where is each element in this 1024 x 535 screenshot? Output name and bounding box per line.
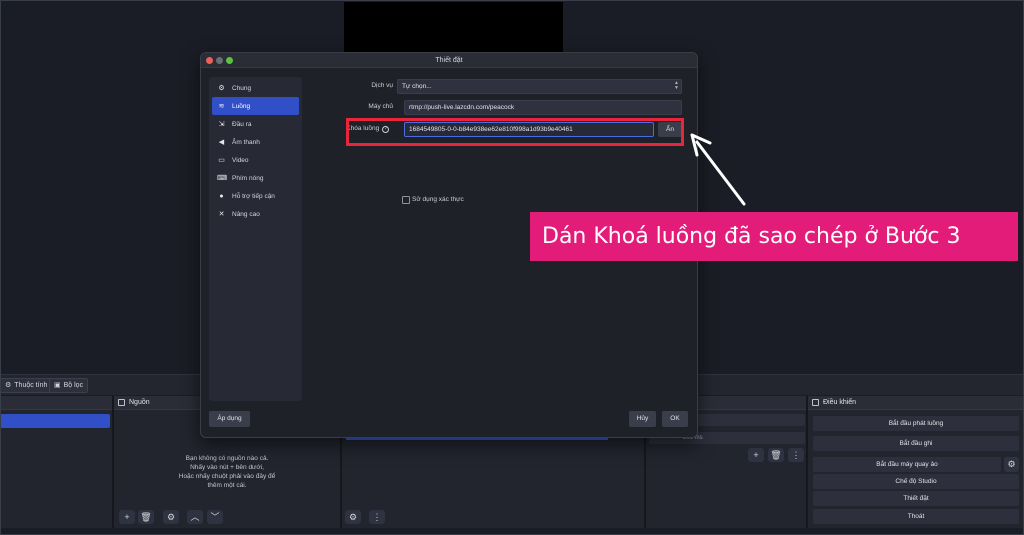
- server-value: rtmp://push-live.lazcdn.com/peacock: [409, 104, 515, 111]
- sidebar-item-label: Video: [232, 156, 249, 164]
- start-streaming-button[interactable]: Bắt đầu phát luồng: [813, 416, 1019, 431]
- service-label: Dịch vụ: [371, 82, 393, 89]
- filters-tab[interactable]: ▣ Bộ lọc: [49, 378, 89, 393]
- service-select[interactable]: Tự chọn... ▲ ▼: [397, 79, 682, 94]
- dialog-titlebar: Thiết đặt: [201, 53, 697, 68]
- mixer-add-button[interactable]: +: [748, 448, 764, 462]
- sources-icon: [118, 399, 125, 406]
- sidebar-item-video[interactable]: ▭ Video: [212, 151, 299, 169]
- sidebar-item-general[interactable]: ⚙ Chung: [212, 79, 299, 97]
- move-up-button[interactable]: ︿: [187, 510, 203, 524]
- dialog-title: Thiết đặt: [435, 57, 463, 64]
- sidebar-item-label: Luồng: [232, 102, 251, 110]
- auth-checkbox[interactable]: [402, 196, 410, 204]
- scenes-header: [0, 396, 112, 410]
- start-virtual-camera-button[interactable]: Bắt đầu máy quay ảo: [813, 457, 1001, 472]
- filters-tab-label: Bộ lọc: [63, 382, 84, 389]
- move-down-button[interactable]: ﹀: [207, 510, 223, 524]
- service-value: Tự chọn...: [402, 83, 432, 90]
- scene-item-selected[interactable]: [0, 414, 110, 428]
- source-settings-button[interactable]: ⚙: [163, 510, 179, 524]
- add-source-button[interactable]: +: [119, 510, 135, 524]
- server-label: Máy chủ: [368, 103, 393, 110]
- sidebar-item-stream[interactable]: ≋ Luồng: [212, 97, 299, 115]
- sidebar-item-hotkeys[interactable]: ⌨ Phím nóng: [212, 169, 299, 187]
- filter-icon: ▣: [54, 382, 61, 389]
- sidebar-item-output[interactable]: ⇲ Đầu ra: [212, 115, 299, 133]
- apply-button[interactable]: Áp dụng: [209, 411, 250, 427]
- sources-empty-message: Bạn không có nguồn nào cả. Nhấy vào nút …: [178, 455, 276, 489]
- wrench-icon: ✕: [218, 211, 225, 218]
- preview-canvas: [344, 2, 563, 54]
- mixer-remove-button[interactable]: 🗑: [768, 448, 784, 462]
- chevron-updown-icon: ▲ ▼: [674, 80, 679, 91]
- sidebar-item-label: Nâng cao: [232, 210, 260, 218]
- sidebar-item-label: Hỗ trợ tiếp cận: [232, 192, 275, 200]
- settings-sidebar: ⚙ Chung ≋ Luồng ⇲ Đầu ra ◀ Âm thanh ▭ Vi…: [209, 77, 302, 401]
- speaker-icon: ◀: [218, 139, 225, 146]
- sources-header-label: Nguồn: [129, 398, 150, 406]
- settings-button[interactable]: Thiết đặt: [813, 491, 1019, 506]
- instruction-callout: Dán Khoá luồng đã sao chép ở Bước 3: [530, 212, 1018, 261]
- remove-source-button[interactable]: 🗑: [138, 510, 154, 524]
- exit-button[interactable]: Thoát: [813, 509, 1019, 524]
- sidebar-item-label: Chung: [232, 84, 252, 92]
- stream-key-highlight-box: [346, 118, 684, 146]
- controls-header-label: Điều khiển: [823, 398, 857, 406]
- transition-settings-button[interactable]: ⚙: [345, 510, 361, 524]
- sidebar-item-accessibility[interactable]: ● Hỗ trợ tiếp cận: [212, 187, 299, 205]
- ok-button[interactable]: OK: [662, 411, 688, 427]
- monitor-icon: ▭: [218, 157, 225, 164]
- sidebar-item-label: Phím nóng: [232, 174, 264, 182]
- keyboard-icon: ⌨: [217, 175, 228, 182]
- gear-icon: ⚙: [218, 85, 225, 92]
- auth-checkbox-label: Sử dụng xác thực: [412, 196, 464, 203]
- sidebar-item-advanced[interactable]: ✕ Nâng cao: [212, 205, 299, 223]
- controls-icon: [812, 399, 819, 406]
- sidebar-item-label: Đầu ra: [232, 120, 252, 128]
- sidebar-item-label: Âm thanh: [232, 138, 260, 146]
- controls-header: Điều khiển: [808, 396, 1024, 410]
- server-input[interactable]: rtmp://push-live.lazcdn.com/peacock: [404, 100, 682, 115]
- gear-icon: ⚙: [5, 382, 12, 389]
- properties-tab-label: Thuộc tính: [14, 382, 48, 389]
- start-recording-button[interactable]: Bắt đầu ghi: [813, 436, 1019, 451]
- mixer-menu-button[interactable]: ⋮: [788, 448, 804, 462]
- studio-mode-button[interactable]: Chế độ Studio: [813, 474, 1019, 489]
- output-icon: ⇲: [218, 121, 225, 128]
- sidebar-item-audio[interactable]: ◀ Âm thanh: [212, 133, 299, 151]
- properties-tab[interactable]: ⚙ Thuộc tính: [0, 378, 53, 393]
- accessibility-icon: ●: [219, 192, 224, 200]
- transition-menu-button[interactable]: ⋮: [369, 510, 385, 524]
- antenna-icon: ≋: [218, 103, 225, 110]
- virtual-camera-settings-button[interactable]: ⚙: [1004, 457, 1019, 472]
- cancel-button[interactable]: Hủy: [629, 411, 656, 427]
- scenes-dock: [0, 396, 114, 528]
